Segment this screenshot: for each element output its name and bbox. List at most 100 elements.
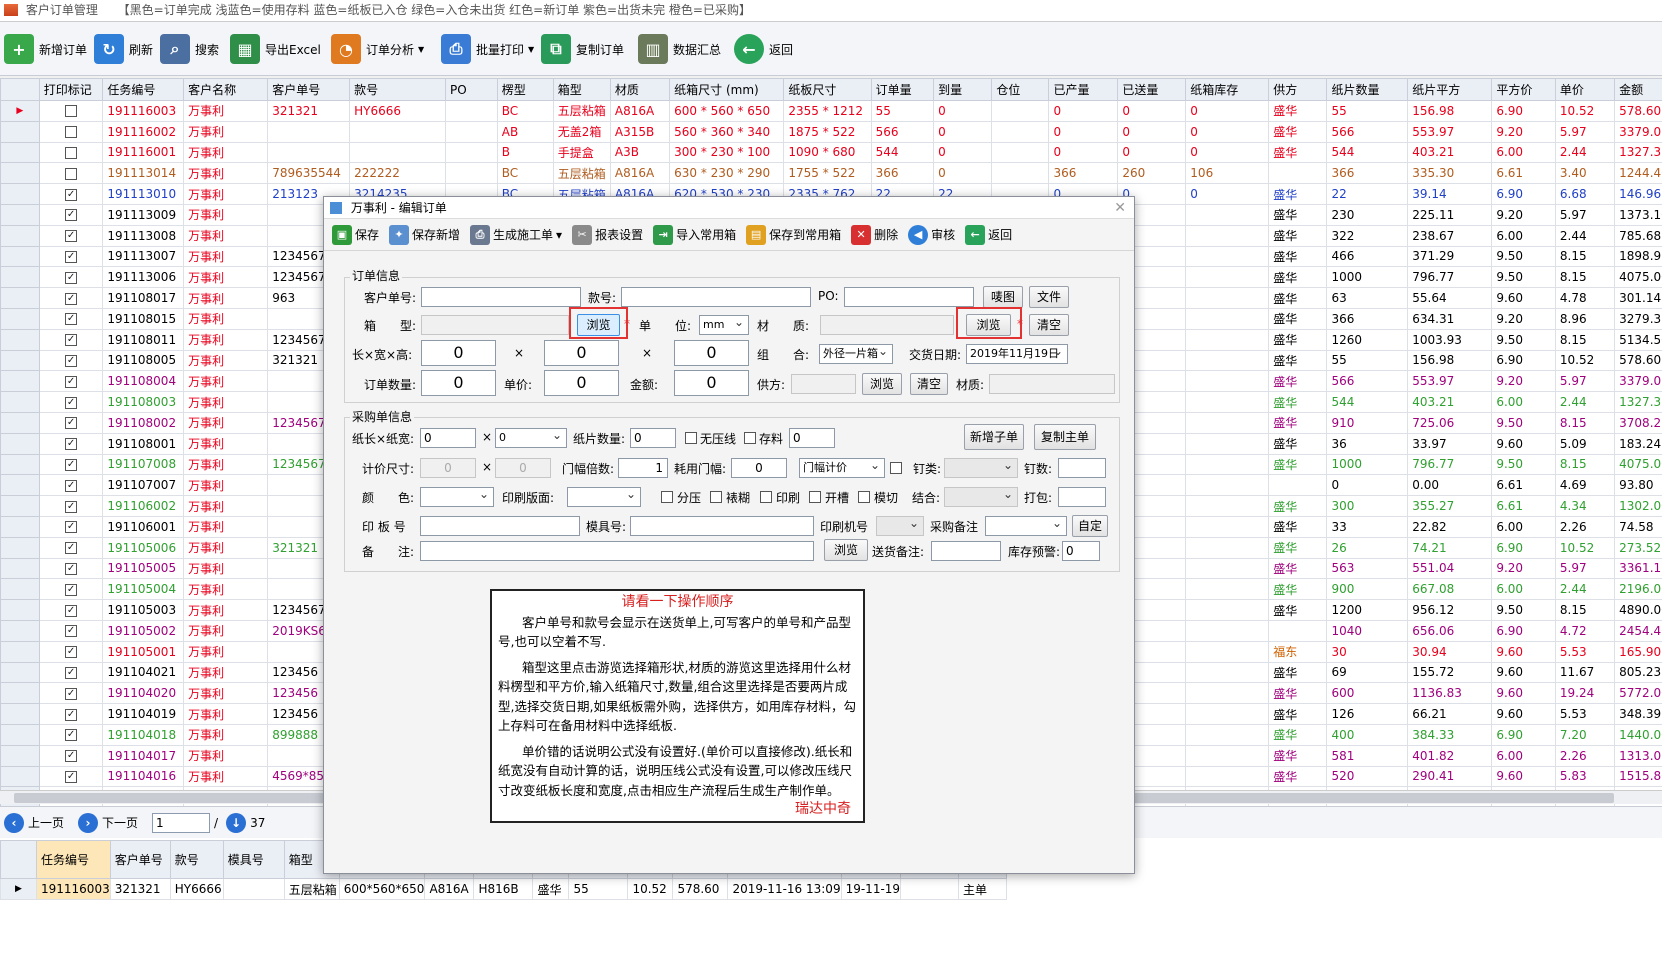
new-sub-order-button[interactable]: 新增子单 xyxy=(964,424,1024,450)
print-mark-checkbox[interactable]: ✓ xyxy=(65,438,78,451)
sheet-qty-input[interactable]: 0 xyxy=(630,428,676,448)
save-button[interactable]: ▣ 保存 xyxy=(332,224,379,245)
pack-input[interactable] xyxy=(1058,487,1106,507)
column-header[interactable]: 纸板尺寸 xyxy=(783,78,872,101)
material-input[interactable] xyxy=(820,315,954,335)
print-mark-checkbox[interactable]: ✓ xyxy=(65,542,78,555)
row-indicator[interactable] xyxy=(0,619,40,642)
chart-button[interactable]: ▥ 数据汇总 xyxy=(638,30,721,68)
row-indicator[interactable] xyxy=(0,203,40,226)
print-mark-checkbox[interactable]: ✓ xyxy=(65,646,78,659)
length-input[interactable]: 0 xyxy=(421,340,496,366)
row-indicator[interactable] xyxy=(0,411,40,434)
print-mark-checkbox[interactable]: ✓ xyxy=(65,417,78,430)
po-input[interactable] xyxy=(844,287,974,307)
file-button[interactable]: 文件 xyxy=(1029,286,1069,308)
column-header[interactable]: 金额 xyxy=(1614,78,1662,101)
row-indicator[interactable] xyxy=(0,391,40,413)
row-indicator[interactable] xyxy=(0,599,40,621)
print-side-select[interactable] xyxy=(567,485,641,507)
custom-button[interactable]: 自定 xyxy=(1072,515,1108,537)
style-no-input[interactable] xyxy=(621,287,811,307)
column-header[interactable]: 已产量 xyxy=(1048,78,1119,101)
dropdown-caret-icon[interactable]: ▾ xyxy=(556,228,562,242)
note-input[interactable] xyxy=(420,541,814,561)
column-header[interactable]: 仓位 xyxy=(991,78,1050,101)
excel-button[interactable]: ▦ 导出Excel xyxy=(230,30,321,68)
row-indicator[interactable] xyxy=(0,682,40,705)
die-cut-checkbox[interactable] xyxy=(858,491,870,503)
nail-count-input[interactable] xyxy=(1058,458,1106,478)
sub-column-header[interactable]: 款号 xyxy=(169,840,224,879)
row-indicator[interactable] xyxy=(0,370,40,393)
row-indicator[interactable] xyxy=(0,287,40,309)
width-multiple-input[interactable]: 1 xyxy=(618,458,668,478)
print-mark-checkbox[interactable]: ✓ xyxy=(65,375,78,388)
table-row[interactable]: 191116001 万事利 B 手提盒 A3B 300 * 230 * 100 1090 *… xyxy=(0,141,1662,164)
row-indicator[interactable] xyxy=(0,328,40,351)
wrench-button[interactable]: ✂ 报表设置 xyxy=(572,224,643,245)
row-indicator[interactable] xyxy=(0,557,40,580)
purchase-note-select[interactable] xyxy=(985,514,1067,536)
dropdown-caret-icon[interactable]: ▼ xyxy=(418,45,424,54)
row-indicator[interactable] xyxy=(0,703,40,725)
box-type-input[interactable] xyxy=(421,315,569,335)
print-mark-checkbox[interactable]: ✓ xyxy=(65,313,78,326)
import-button[interactable]: ⇥ 导入常用箱 xyxy=(653,224,736,245)
row-indicator[interactable] xyxy=(0,578,40,601)
print-mark-checkbox[interactable] xyxy=(65,167,78,180)
split-checkbox[interactable] xyxy=(661,491,673,503)
row-indicator[interactable] xyxy=(0,495,40,517)
column-header[interactable]: 纸片数量 xyxy=(1326,78,1409,101)
supplier-clear-button[interactable]: 清空 xyxy=(910,373,948,395)
column-header[interactable]: 单价 xyxy=(1554,78,1616,101)
material-clear-button[interactable]: 清空 xyxy=(1029,314,1069,336)
dropdown-caret-icon[interactable]: ▼ xyxy=(528,45,534,54)
amount-input[interactable]: 0 xyxy=(674,370,749,396)
stock-alert-input[interactable]: 0 xyxy=(1062,541,1100,561)
print-mark-checkbox[interactable]: ✓ xyxy=(65,729,78,742)
copy-button[interactable]: ⧉ 复制订单 xyxy=(541,30,624,68)
analysis-button[interactable]: ◔ 订单分析 ▼ xyxy=(331,30,424,68)
mold-no-input[interactable] xyxy=(630,516,814,536)
width-pricing-select[interactable]: 门幅计价 xyxy=(799,456,885,478)
calc-length-input[interactable]: 0 xyxy=(420,458,476,478)
print-mark-checkbox[interactable]: ✓ xyxy=(65,521,78,534)
column-header[interactable]: 纸箱库存 xyxy=(1185,78,1270,101)
row-indicator[interactable] xyxy=(0,141,40,164)
print-mark-checkbox[interactable] xyxy=(65,146,78,159)
add-order-button[interactable]: + 新增订单 xyxy=(4,30,87,68)
print-mark-checkbox[interactable]: ✓ xyxy=(65,250,78,263)
mark-image-button[interactable]: 唛图 xyxy=(983,286,1023,308)
next-page-button[interactable]: 下一页 xyxy=(102,814,138,831)
print-checkbox[interactable] xyxy=(760,491,772,503)
delete-button[interactable]: ✕ 删除 xyxy=(851,224,898,245)
box-type-browse-button[interactable]: 浏览 xyxy=(577,314,620,336)
print-mark-checkbox[interactable]: ✓ xyxy=(65,562,78,575)
prev-page-button[interactable]: 上一页 xyxy=(28,814,64,831)
row-indicator[interactable] xyxy=(0,349,40,372)
column-header[interactable]: 供方 xyxy=(1268,78,1328,101)
print-mark-checkbox[interactable]: ✓ xyxy=(65,292,78,305)
column-header[interactable]: PO xyxy=(445,78,498,101)
next-page-icon[interactable]: › xyxy=(78,812,99,833)
print-mark-checkbox[interactable]: ✓ xyxy=(65,625,78,638)
material-browse-button[interactable]: 浏览 xyxy=(966,314,1011,336)
row-indicator[interactable] xyxy=(0,432,40,455)
unit-select[interactable]: mm xyxy=(699,313,749,335)
width-input[interactable]: 0 xyxy=(544,340,619,366)
row-indicator[interactable] xyxy=(0,474,40,497)
print-mark-checkbox[interactable]: ✓ xyxy=(65,396,78,409)
row-indicator[interactable] xyxy=(0,453,40,476)
column-header[interactable]: 款号 xyxy=(349,78,447,101)
save-common-button[interactable]: ▤ 保存到常用箱 xyxy=(746,224,841,245)
column-header[interactable]: 平方价 xyxy=(1491,78,1556,101)
row-indicator[interactable] xyxy=(0,307,40,330)
print-mark-checkbox[interactable]: ✓ xyxy=(65,209,78,222)
print-mark-checkbox[interactable]: ✓ xyxy=(65,334,78,347)
sub-table-row[interactable]: ▶ 191116003 321321 HY6666 五层粘箱 600*560*650 A81… xyxy=(0,878,1008,900)
combo-select[interactable]: 外径一片箱 xyxy=(819,342,893,364)
row-indicator[interactable] xyxy=(0,723,40,746)
row-indicator[interactable] xyxy=(0,515,40,538)
table-row[interactable]: ▶ 191116003 万事利 321321 HY6666 BC 五层粘箱 A816A 600 … xyxy=(0,100,1662,122)
